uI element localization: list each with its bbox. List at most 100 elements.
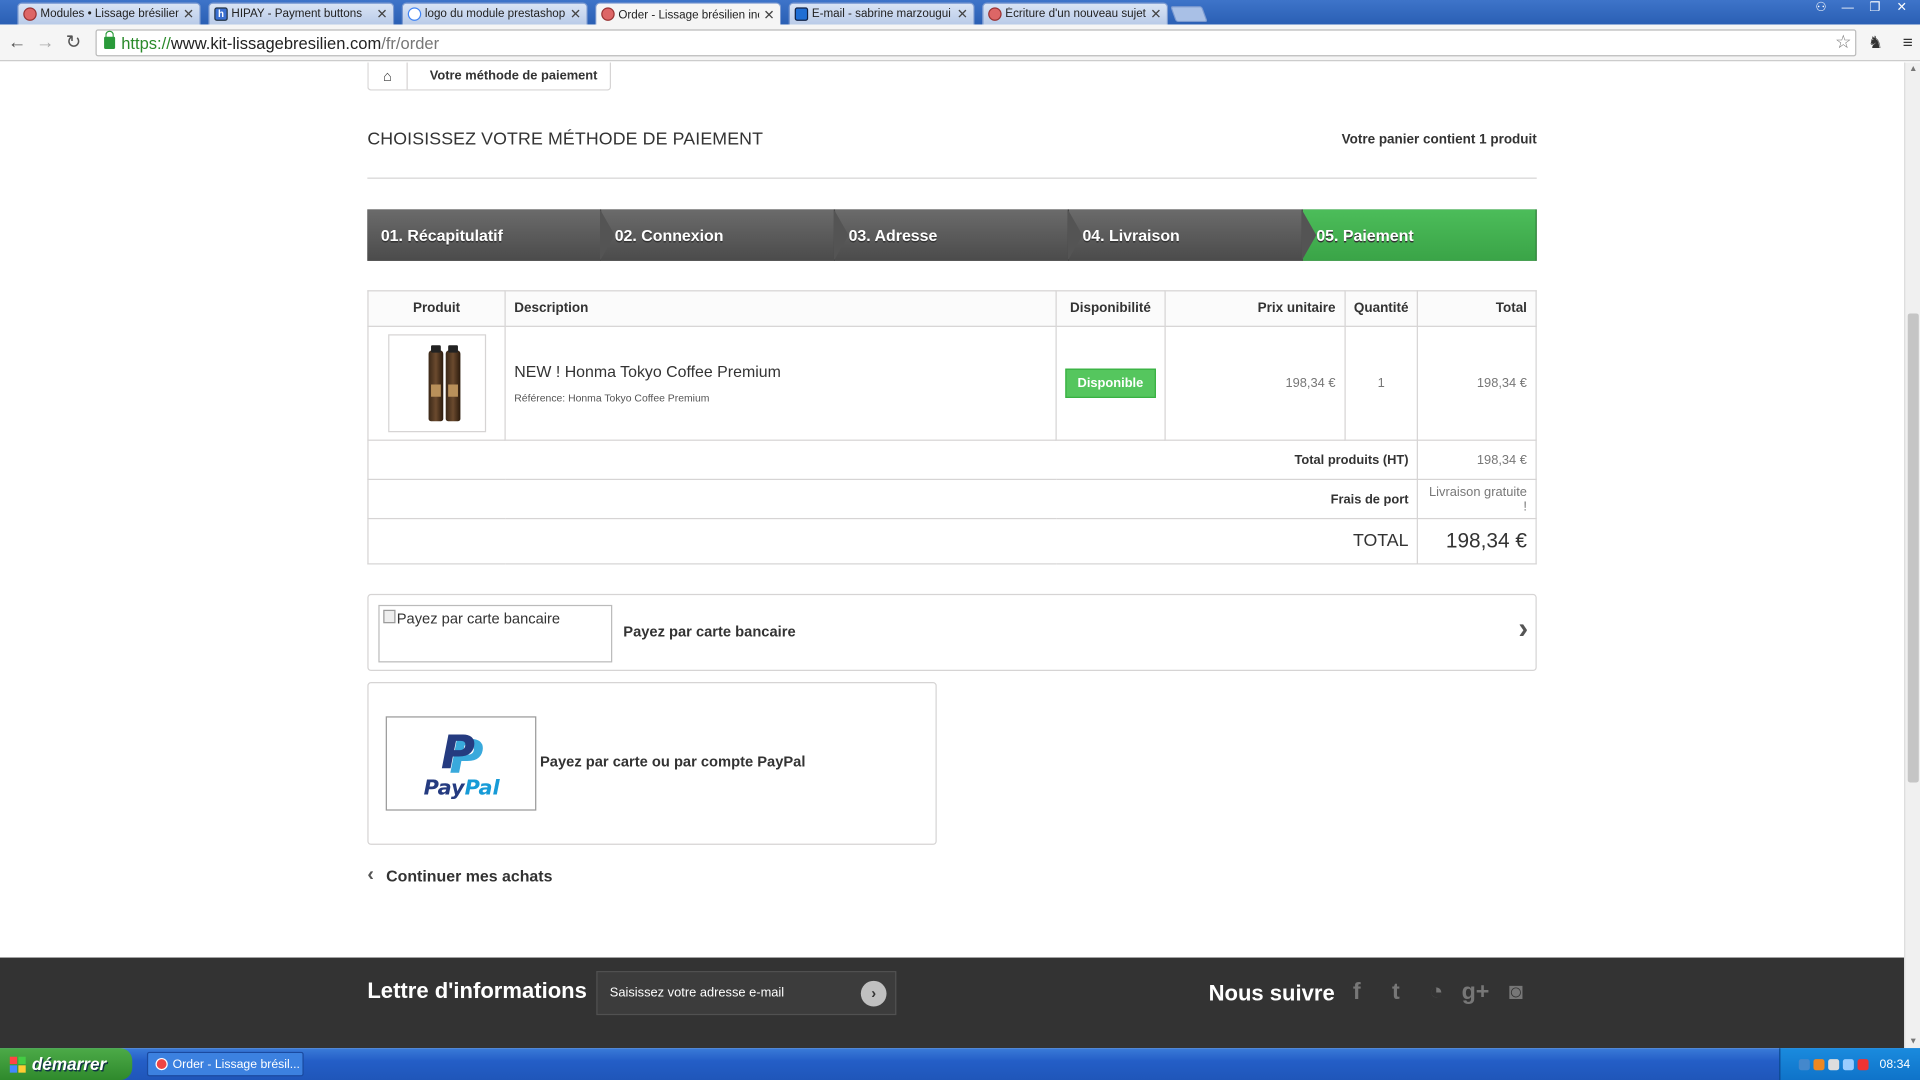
extension-icon[interactable]: ♞: [1868, 32, 1883, 53]
unit-price: 198,34 €: [1164, 325, 1346, 441]
site-favicon-icon: [23, 7, 37, 21]
product-image-cell: [367, 325, 506, 441]
page-title: CHOISISSEZ VOTRE MÉTHODE DE PAIEMENT: [367, 129, 764, 150]
tray-icon[interactable]: [1813, 1058, 1825, 1070]
forward-arrow-icon[interactable]: →: [33, 31, 57, 55]
new-tab-button[interactable]: [1170, 6, 1208, 23]
window-controls: ⚇ — ❐ ✕: [1810, 0, 1913, 17]
rss-icon[interactable]: ◔: [1422, 978, 1451, 1007]
chevron-left-icon: ‹: [367, 864, 374, 886]
scrollbar-thumb[interactable]: [1907, 313, 1919, 783]
browser-tab-strip: Modules • Lissage brésilien in ✕ h HIPAY…: [0, 0, 1920, 26]
scroll-down-icon[interactable]: ▼: [1909, 1037, 1917, 1046]
browser-tab[interactable]: Écriture d'un nouveau sujet ✕: [982, 2, 1169, 25]
page-viewport: ⌂ Votre méthode de paiement CHOISISSEZ V…: [0, 62, 1905, 1049]
scroll-up-icon[interactable]: ▲: [1909, 65, 1917, 74]
product-image[interactable]: [387, 334, 486, 433]
col-total: Total: [1417, 290, 1537, 327]
home-icon[interactable]: ⌂: [369, 62, 408, 90]
taskbar-chrome-window[interactable]: Order - Lissage brésil...: [146, 1051, 304, 1077]
newsletter-submit-button[interactable]: ›: [860, 980, 887, 1007]
tab-close-icon[interactable]: ✕: [182, 6, 194, 22]
tab-close-icon[interactable]: ✕: [569, 6, 581, 22]
pay-by-card-option[interactable]: Payez par carte bancaire Payez par carte…: [367, 593, 1537, 672]
shipping-value: Livraison gratuite !: [1417, 478, 1537, 520]
chrome-icon: [155, 1057, 168, 1071]
col-description: Description: [504, 290, 1057, 327]
follow-us-title: Nous suivre: [1208, 980, 1335, 1006]
step-summary[interactable]: 01. Récapitulatif: [367, 209, 615, 261]
site-favicon-icon: [988, 7, 1002, 21]
browser-tab-active[interactable]: Order - Lissage brésilien inoa ✕: [595, 2, 782, 26]
cart-header-row: Produit Description Disponibilité Prix u…: [367, 290, 1537, 327]
browser-tab[interactable]: E-mail - sabrine marzougui - C ✕: [788, 2, 975, 25]
minimize-icon[interactable]: —: [1837, 0, 1859, 17]
breadcrumb: ⌂ Votre méthode de paiement: [367, 62, 611, 91]
product-description-cell: NEW ! Honma Tokyo Coffee Premium Référen…: [504, 325, 1057, 441]
back-arrow-icon[interactable]: ←: [5, 31, 29, 55]
step-shipping[interactable]: 04. Livraison: [1068, 209, 1317, 261]
chevron-right-icon: ›: [1518, 612, 1529, 646]
tab-close-icon[interactable]: ✕: [1150, 6, 1162, 22]
browser-toolbar: ← → ↻ https://www.kit-lissagebresilien.c…: [0, 24, 1920, 62]
browser-tab[interactable]: Modules • Lissage brésilien in ✕: [17, 2, 201, 25]
twitter-icon[interactable]: t: [1381, 978, 1410, 1007]
pay-by-paypal-option[interactable]: P P PayPal Payez par carte ou par compte…: [367, 682, 937, 845]
product-name[interactable]: NEW ! Honma Tokyo Coffee Premium: [514, 362, 1047, 380]
shipping-row: Frais de port Livraison gratuite !: [367, 478, 1537, 520]
system-tray: 08:34: [1779, 1048, 1920, 1080]
total-label: TOTAL: [367, 517, 1419, 565]
total-products-label: Total produits (HT): [367, 439, 1419, 481]
start-button[interactable]: démarrer: [0, 1048, 133, 1080]
cart-table: Produit Description Disponibilité Prix u…: [367, 290, 1537, 565]
restore-icon[interactable]: ❐: [1864, 0, 1886, 17]
facebook-icon[interactable]: f: [1342, 978, 1371, 1007]
col-unit-price: Prix unitaire: [1164, 290, 1346, 327]
col-availability: Disponibilité: [1055, 290, 1166, 327]
total-products-value: 198,34 €: [1417, 439, 1537, 481]
availability-badge: Disponible: [1065, 368, 1156, 398]
title-divider: [367, 177, 1537, 179]
profile-icon[interactable]: ⚇: [1810, 0, 1832, 17]
close-window-icon[interactable]: ✕: [1891, 0, 1913, 17]
bookmark-star-icon[interactable]: ☆: [1835, 31, 1851, 53]
step-payment: 05. Paiement: [1302, 209, 1537, 261]
quantity-value: 1: [1344, 325, 1419, 441]
tab-close-icon[interactable]: ✕: [376, 6, 388, 22]
table-row: NEW ! Honma Tokyo Coffee Premium Référen…: [367, 325, 1537, 441]
tab-close-icon[interactable]: ✕: [763, 7, 775, 23]
paypal-logo: P P PayPal: [385, 716, 537, 811]
continue-shopping-link[interactable]: ‹ Continuer mes achats: [367, 864, 552, 886]
newsletter-email-input[interactable]: Saisissez votre adresse e-mail: [596, 971, 897, 1016]
grand-total-row: TOTAL 198,34 €: [367, 517, 1537, 565]
browser-tab[interactable]: h HIPAY - Payment buttons ✕: [208, 2, 395, 25]
menu-icon[interactable]: ≡: [1903, 32, 1913, 52]
address-bar[interactable]: https://www.kit-lissagebresilien.com/fr/…: [95, 29, 1857, 57]
google-plus-icon[interactable]: g+: [1461, 978, 1490, 1007]
shipping-label: Frais de port: [367, 478, 1419, 520]
col-quantity: Quantité: [1344, 290, 1419, 327]
step-login[interactable]: 02. Connexion: [601, 209, 849, 261]
clock: 08:34: [1879, 1057, 1911, 1071]
browser-tab[interactable]: logo du module prestashop a ✕: [401, 2, 588, 25]
checkout-steps: 01. Récapitulatif 02. Connexion 03. Adre…: [367, 209, 1537, 261]
step-address[interactable]: 03. Adresse: [835, 209, 1083, 261]
card-payment-image: Payez par carte bancaire: [378, 604, 613, 663]
footer: Lettre d'informations Saisissez votre ad…: [0, 957, 1905, 1049]
newsletter-title: Lettre d'informations: [367, 978, 587, 1003]
instagram-icon[interactable]: ◙: [1501, 978, 1530, 1007]
google-favicon-icon: [407, 7, 422, 21]
tab-close-icon[interactable]: ✕: [956, 6, 968, 22]
reload-icon[interactable]: ↻: [61, 31, 85, 55]
windows-taskbar: démarrer Order - Lissage brésil... 08:34: [0, 1048, 1920, 1080]
tray-icon[interactable]: [1857, 1058, 1869, 1070]
tray-icon[interactable]: [1798, 1058, 1810, 1070]
tray-icon[interactable]: [1828, 1058, 1840, 1070]
breadcrumb-current: Votre méthode de paiement: [429, 68, 598, 84]
windows-logo-icon: [9, 1056, 26, 1073]
tray-icon[interactable]: [1842, 1058, 1854, 1070]
site-favicon-icon: [601, 7, 615, 21]
lock-icon: [104, 30, 116, 49]
paypal-payment-label: Payez par carte ou par compte PayPal: [540, 753, 806, 771]
page-scrollbar[interactable]: ▲ ▼: [1904, 62, 1920, 1049]
